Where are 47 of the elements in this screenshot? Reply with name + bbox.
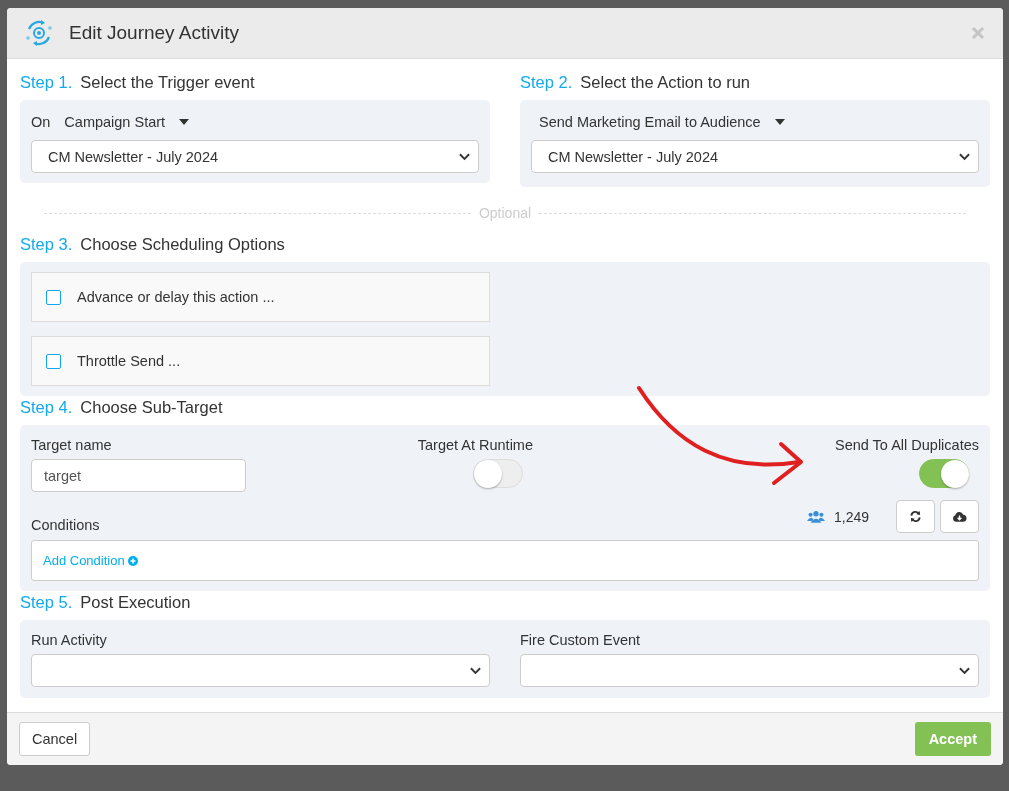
chevron-down-icon [470,666,481,675]
target-name-field[interactable]: target [31,459,246,492]
campaign-select[interactable]: CM Newsletter - July 2024 [531,140,979,173]
option-label: Advance or delay this action ... [77,289,275,305]
cloud-download-icon [952,510,967,523]
caret-icon [179,119,190,125]
campaign-select[interactable]: CM Newsletter - July 2024 [31,140,479,173]
toggle-switch[interactable] [919,459,969,488]
on-label: On [31,114,51,130]
checkbox[interactable] [46,289,61,305]
cycle-gear-icon [23,17,55,49]
cancel-button[interactable]: Cancel [19,722,91,756]
toggle-label: Target At Runtime [417,437,533,453]
close-icon[interactable] [971,26,985,40]
chevron-down-icon [959,152,970,161]
step-number: Step 1. [20,73,73,92]
step-number: Step 3. [20,235,73,254]
field-label: Target name [31,437,113,453]
refresh-button[interactable] [896,500,935,533]
field-label: Run Activity [31,632,108,648]
dialog-title: Edit Journey Activity [69,22,241,44]
step-title: Choose Scheduling Options [80,235,285,254]
audience-count: 1,249 [833,508,869,525]
step-number: Step 2. [520,73,573,92]
plus-circle-icon [127,555,138,566]
step-title: Choose Sub-Target [80,398,223,417]
action-dropdown[interactable]: Send Marketing Email to Audience [535,112,789,132]
users-icon [806,510,825,523]
refresh-icon [909,510,922,523]
step-title: Post Execution [80,593,191,612]
event-dropdown[interactable]: Campaign Start [60,112,194,132]
caret-icon [774,119,785,125]
field-label: Fire Custom Event [520,632,642,648]
chevron-down-icon [959,666,970,675]
checkbox[interactable] [46,353,61,369]
chevron-down-icon [459,152,470,161]
step-title: Select the Action to run [580,73,750,92]
conditions-label: Conditions [31,517,100,533]
select-field[interactable] [520,654,979,687]
toggle-switch[interactable] [473,459,523,488]
toggle-label: Send To All Duplicates [834,437,979,453]
download-button[interactable] [940,500,979,533]
step-number: Step 4. [20,398,73,417]
step-number: Step 5. [20,593,73,612]
select-field[interactable] [31,654,490,687]
step-title: Select the Trigger event [80,73,255,92]
option-label: Throttle Send ... [77,353,181,369]
